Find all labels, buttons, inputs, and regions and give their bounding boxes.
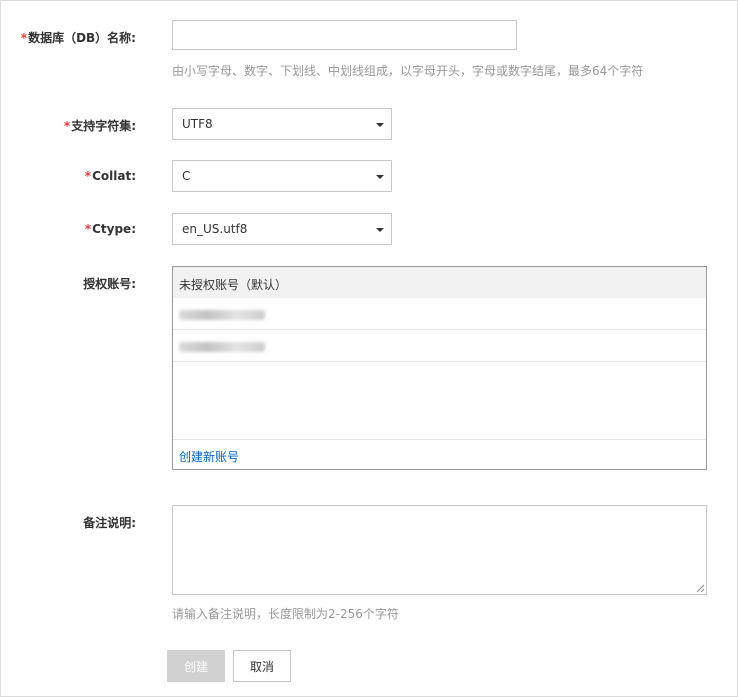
charset-label-text: 支持字符集:: [71, 119, 136, 133]
required-mark: *: [20, 31, 28, 45]
resize-grip-icon[interactable]: [696, 584, 705, 593]
account-list-footer: 创建新账号: [173, 439, 706, 470]
redacted-account-name: [179, 310, 265, 320]
account-item-label: 未授权账号（默认）: [179, 278, 288, 292]
collat-label: *Collat:: [1, 169, 136, 183]
db-name-hint: 由小写字母、数字、下划线、中划线组成，以字母开头，字母或数字结尾，最多64个字符: [172, 64, 644, 78]
remark-label: 备注说明:: [83, 516, 136, 530]
db-name-input[interactable]: [172, 20, 517, 50]
chevron-down-icon: [376, 228, 384, 232]
chevron-down-icon: [376, 123, 384, 127]
charset-label: *支持字符集:: [1, 117, 136, 134]
required-mark: *: [84, 222, 92, 236]
collat-label-text: Collat:: [92, 169, 136, 183]
accounts-label: 授权账号:: [83, 277, 136, 291]
remark-textarea[interactable]: [172, 505, 707, 595]
ctype-label: *Ctype:: [1, 222, 136, 236]
collat-select[interactable]: C: [172, 160, 392, 192]
account-list: 未授权账号（默认） 创建新账号: [172, 266, 707, 470]
db-name-label: *数据库（DB）名称:: [1, 29, 136, 46]
ctype-select[interactable]: en_US.utf8: [172, 213, 392, 245]
chevron-down-icon: [376, 175, 384, 179]
remark-hint: 请输入备注说明，长度限制为2-256个字符: [172, 607, 399, 621]
required-mark: *: [63, 119, 71, 133]
create-button[interactable]: 创建: [167, 650, 225, 682]
cancel-button[interactable]: 取消: [233, 650, 291, 682]
required-mark: *: [84, 169, 92, 183]
account-item[interactable]: [173, 299, 706, 330]
charset-selected-value: UTF8: [182, 117, 213, 131]
ctype-label-text: Ctype:: [92, 222, 136, 236]
account-item[interactable]: [173, 331, 706, 362]
db-name-label-text: 数据库（DB）名称:: [28, 31, 136, 45]
collat-selected-value: C: [182, 169, 191, 183]
account-item-default[interactable]: 未授权账号（默认）: [173, 267, 706, 298]
charset-select[interactable]: UTF8: [172, 108, 392, 140]
redacted-account-name: [179, 342, 265, 352]
ctype-selected-value: en_US.utf8: [182, 222, 248, 236]
create-account-link[interactable]: 创建新账号: [179, 448, 239, 465]
create-database-form: *数据库（DB）名称: 由小写字母、数字、下划线、中划线组成，以字母开头，字母或…: [0, 0, 738, 697]
